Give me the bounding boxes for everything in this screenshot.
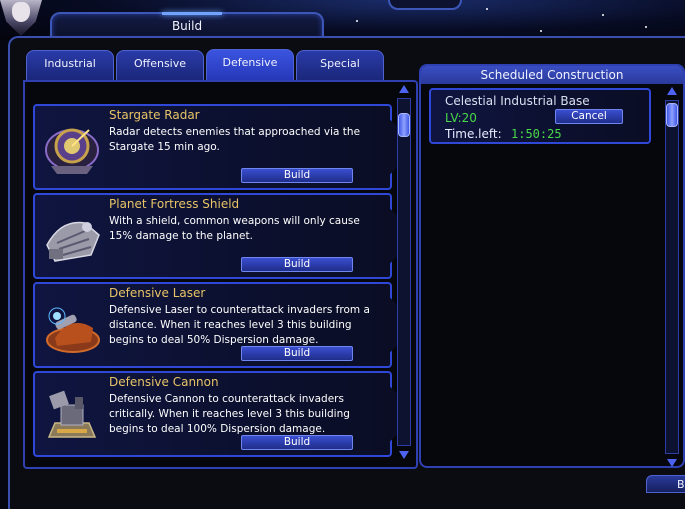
building-list-panel: Stargate Radar Radar detects enemies tha…: [23, 80, 418, 469]
bottom-right-button[interactable]: B: [646, 475, 685, 493]
scroll-down-arrow-icon[interactable]: [399, 451, 409, 459]
building-list-scrollbar[interactable]: [397, 85, 411, 459]
scroll-thumb[interactable]: [398, 113, 410, 137]
scheduled-item: Celestial Industrial Base LV:20 Cancel T…: [429, 88, 651, 144]
laser-turret-icon: [41, 294, 103, 356]
window-title: Build: [171, 19, 203, 33]
build-button[interactable]: Build: [241, 346, 353, 361]
time-left-value: 1:50:25: [511, 127, 562, 141]
building-description: Radar detects enemies that approached vi…: [109, 126, 361, 153]
scroll-up-arrow-icon[interactable]: [667, 87, 677, 95]
title-glow: [162, 12, 222, 15]
tab-industrial[interactable]: Industrial: [26, 50, 114, 81]
scheduled-item-level: LV:20: [445, 111, 477, 125]
building-name: Planet Fortress Shield: [109, 197, 240, 211]
avatar-face: [12, 2, 30, 22]
scheduled-construction-title: Scheduled Construction: [421, 66, 683, 84]
building-description: Defensive Laser to counterattack invader…: [109, 304, 370, 346]
tab-special[interactable]: Special: [296, 50, 384, 81]
building-card-defensive-laser[interactable]: Defensive Laser Defensive Laser to count…: [33, 282, 404, 368]
scheduled-scrollbar[interactable]: [665, 87, 679, 467]
scroll-up-arrow-icon[interactable]: [399, 85, 409, 93]
scroll-thumb[interactable]: [666, 103, 678, 127]
cannon-turret-icon: [41, 383, 103, 445]
build-button[interactable]: Build: [241, 168, 353, 183]
building-name: Stargate Radar: [109, 108, 200, 122]
scheduled-item-name: Celestial Industrial Base: [445, 94, 590, 108]
building-card-stargate-radar[interactable]: Stargate Radar Radar detects enemies tha…: [33, 104, 404, 190]
building-card-defensive-cannon[interactable]: Defensive Cannon Defensive Cannon to cou…: [33, 371, 404, 457]
scheduled-construction-panel: Scheduled Construction Celestial Industr…: [419, 64, 685, 468]
time-left-label: Time.left:: [445, 127, 502, 141]
radar-icon: [41, 116, 103, 178]
tab-defensive[interactable]: Defensive: [206, 49, 294, 82]
header-ornament: [388, 0, 462, 10]
building-name: Defensive Laser: [109, 286, 206, 300]
tab-offensive[interactable]: Offensive: [116, 50, 204, 81]
cancel-button[interactable]: Cancel: [555, 109, 623, 124]
building-description: Defensive Cannon to counterattack invade…: [109, 393, 350, 435]
building-description: With a shield, common weapons will only …: [109, 215, 360, 242]
build-button[interactable]: Build: [241, 257, 353, 272]
shield-generator-icon: [41, 205, 103, 267]
scroll-down-arrow-icon[interactable]: [667, 459, 677, 467]
building-card-planet-fortress-shield[interactable]: Planet Fortress Shield With a shield, co…: [33, 193, 404, 279]
build-button[interactable]: Build: [241, 435, 353, 450]
building-name: Defensive Cannon: [109, 375, 219, 389]
